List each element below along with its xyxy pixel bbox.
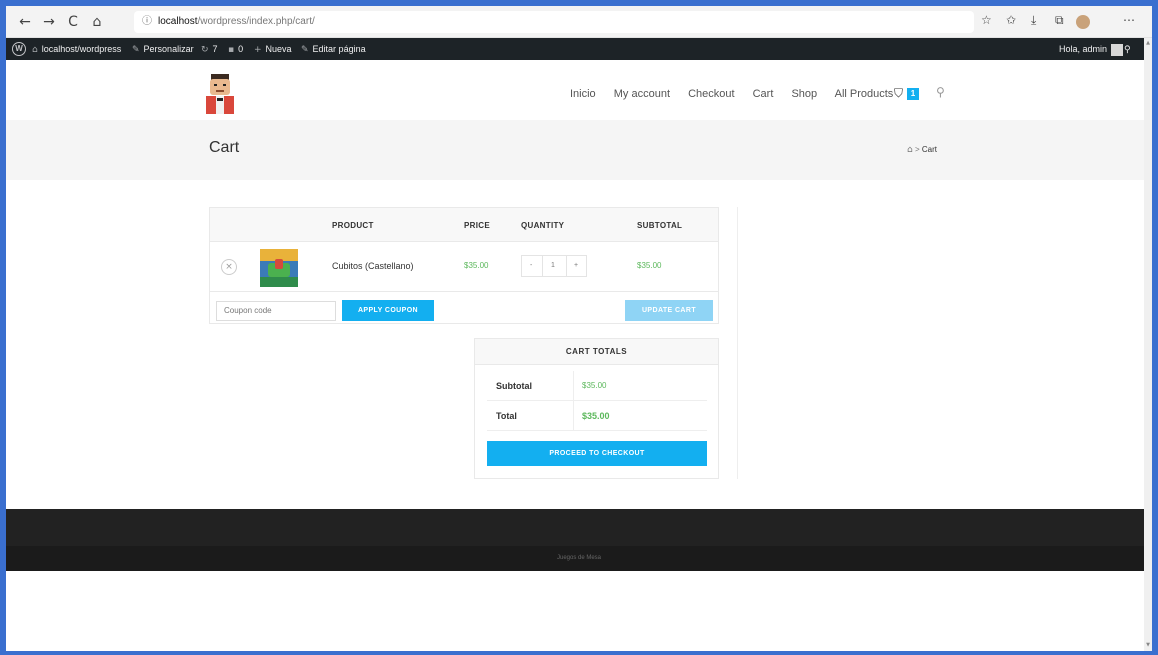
home-icon: ⌂ [32, 45, 38, 55]
quantity-minus-button[interactable]: - [530, 262, 532, 269]
cart-table-header: PRODUCT PRICE QUANTITY SUBTOTAL [210, 208, 718, 242]
url-path: /wordpress/index.php/cart/ [197, 16, 315, 27]
admin-updates-count: 7 [212, 44, 218, 54]
column-header-product: PRODUCT [332, 221, 374, 230]
totals-subtotal-label: Subtotal [496, 381, 532, 391]
scroll-up-icon[interactable]: ▲ [1144, 40, 1152, 46]
search-icon[interactable]: ⚲ [936, 85, 945, 99]
quantity-stepper[interactable]: - 1 + [521, 255, 587, 277]
pencil-icon: ✎ [301, 45, 309, 55]
breadcrumb-current: Cart [921, 145, 937, 154]
admin-site-link[interactable]: ⌂ localhost/wordpress [32, 38, 121, 61]
cart-totals: CART TOTALS Subtotal $35.00 Total $35.00… [474, 338, 719, 479]
page-scrollbar[interactable]: ▲ ▼ [1144, 38, 1152, 651]
menu-item-cart[interactable]: Cart [753, 88, 774, 100]
apply-coupon-button[interactable]: APPLY COUPON [342, 300, 434, 321]
breadcrumb-home-icon[interactable]: ⌂ [907, 145, 913, 155]
coupon-code-input[interactable]: Coupon code [216, 301, 336, 321]
collections-icon[interactable]: ⧉ [1055, 13, 1064, 28]
plus-icon: + [254, 45, 262, 55]
downloads-icon[interactable]: ⤓ [1031, 13, 1036, 28]
remove-item-button[interactable]: × [221, 259, 237, 275]
home-icon[interactable]: ⌂ [88, 13, 106, 31]
admin-comments-count: 0 [238, 44, 244, 54]
address-bar[interactable]: ⓘ localhost/wordpress/index.php/cart/ [134, 11, 974, 33]
totals-total-value: $35.00 [582, 411, 610, 421]
menu-item-checkout[interactable]: Checkout [688, 88, 734, 100]
scroll-down-icon[interactable]: ▼ [1144, 642, 1152, 648]
updates-icon: ↻ [201, 45, 209, 55]
totals-subtotal-row: Subtotal $35.00 [487, 371, 707, 401]
forward-icon[interactable]: → [40, 13, 58, 31]
proceed-to-checkout-button[interactable]: PROCEED TO CHECKOUT [487, 441, 707, 466]
menu-item-all-products[interactable]: All Products [835, 88, 894, 100]
menu-item-shop[interactable]: Shop [791, 88, 817, 100]
admin-customize-link[interactable]: ✎ Personalizar [132, 38, 194, 61]
site-logo[interactable] [202, 72, 238, 114]
admin-edit-label: Editar página [312, 44, 366, 54]
menu-item-my-account[interactable]: My account [614, 88, 670, 100]
column-header-quantity: QUANTITY [521, 221, 565, 230]
favorites-icon[interactable]: ✩ [1006, 13, 1016, 27]
site-info-icon[interactable]: ⓘ [142, 16, 152, 27]
admin-customize-label: Personalizar [143, 44, 194, 54]
wp-admin-bar: W ⌂ localhost/wordpress ✎ Personalizar ↻ 7 … [6, 38, 1152, 60]
cart-totals-heading: CART TOTALS [475, 339, 718, 365]
admin-greeting: Hola, admin [1059, 44, 1108, 54]
refresh-icon[interactable]: C [64, 13, 82, 31]
brush-icon: ✎ [132, 45, 140, 55]
product-price: $35.00 [464, 261, 489, 270]
shopping-bag-icon[interactable]: ⛉ [894, 86, 903, 101]
totals-total-row: Total $35.00 [487, 401, 707, 431]
product-subtotal: $35.00 [637, 261, 662, 270]
footer-copyright: Juegos de Mesa [556, 555, 602, 561]
footer-bottom: Juegos de Mesa [6, 546, 1152, 571]
site-header: Inicio My account Checkout Cart Shop All… [6, 60, 1152, 120]
quantity-plus-button[interactable]: + [574, 262, 578, 269]
page-header: Cart ⌂ > Cart [6, 120, 1152, 180]
footer-widgets [6, 509, 1152, 546]
more-menu-icon[interactable]: ⋯ [1123, 13, 1135, 27]
admin-avatar [1111, 43, 1124, 56]
back-icon[interactable]: ← [16, 13, 34, 31]
content-divider [737, 207, 738, 479]
admin-new-link[interactable]: + Nueva [254, 38, 292, 61]
wordpress-logo-icon[interactable]: W [12, 42, 26, 56]
product-thumbnail[interactable] [260, 249, 298, 287]
admin-site-label: localhost/wordpress [41, 44, 122, 54]
admin-updates-link[interactable]: ↻ 7 [201, 38, 218, 61]
update-cart-button[interactable]: UPDATE CART [625, 300, 713, 321]
admin-search-icon[interactable]: ⚲ [1124, 38, 1135, 61]
admin-new-label: Nueva [265, 44, 292, 54]
cart-item-row: × Cubitos (Castellano) $35.00 - 1 + $35.… [210, 242, 718, 292]
admin-account-link[interactable]: Hola, admin [1059, 38, 1124, 60]
cart-table: PRODUCT PRICE QUANTITY SUBTOTAL × Cubito… [209, 207, 719, 324]
column-header-price: PRICE [464, 221, 490, 230]
read-aloud-icon[interactable]: ☆ [981, 13, 992, 27]
comment-icon: ▪ [228, 45, 235, 55]
url-host: localhost [158, 16, 198, 27]
totals-total-label: Total [496, 411, 517, 421]
browser-window: ← → C ⌂ ⓘ localhost/wordpress/index.php/c… [6, 6, 1152, 651]
cart-count-badge[interactable]: 1 [907, 88, 919, 100]
quantity-input[interactable]: 1 [551, 262, 555, 269]
page-title: Cart [209, 139, 240, 156]
totals-subtotal-value: $35.00 [582, 381, 607, 390]
profile-avatar[interactable] [1076, 15, 1090, 29]
admin-edit-page-link[interactable]: ✎ Editar página [301, 38, 366, 61]
breadcrumb: ⌂ > Cart [907, 145, 937, 155]
browser-toolbar: ← → C ⌂ ⓘ localhost/wordpress/index.php/c… [6, 6, 1152, 38]
menu-item-inicio[interactable]: Inicio [570, 88, 596, 100]
admin-comments-link[interactable]: ▪ 0 [228, 38, 243, 61]
product-name-link[interactable]: Cubitos (Castellano) [332, 261, 414, 271]
column-header-subtotal: SUBTOTAL [637, 221, 683, 230]
breadcrumb-separator: > [914, 145, 920, 154]
primary-menu: Inicio My account Checkout Cart Shop All… [570, 88, 908, 100]
